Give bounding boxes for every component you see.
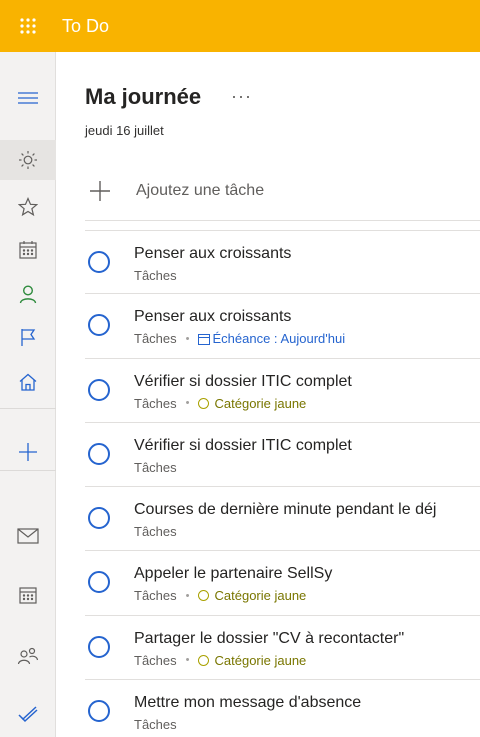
task-meta: Tâches xyxy=(134,524,177,539)
task-item[interactable]: Courses de dernière minute pendant le dé… xyxy=(85,487,480,552)
plus-icon[interactable] xyxy=(85,176,115,206)
task-list-name: Tâches xyxy=(134,524,177,540)
task-meta: Tâches xyxy=(134,460,177,475)
home-icon[interactable] xyxy=(0,362,56,402)
task-meta: Tâches • Échéance : Aujourd'hui xyxy=(134,331,345,346)
category-label: Catégorie jaune xyxy=(214,588,307,604)
due-date-label: Échéance : Aujourd'hui xyxy=(212,331,346,347)
task-title[interactable]: Partager le dossier "CV à recontacter" xyxy=(134,630,404,648)
complete-task-checkbox[interactable] xyxy=(88,507,110,530)
category-label: Catégorie jaune xyxy=(214,652,307,668)
flag-icon[interactable] xyxy=(0,317,56,357)
rail-divider xyxy=(0,470,56,471)
current-date: jeudi 16 juillet xyxy=(85,123,164,138)
category-circle-icon xyxy=(197,590,209,602)
todo-check-icon[interactable] xyxy=(0,694,56,734)
task-item[interactable]: Vérifier si dossier ITIC complet Tâches … xyxy=(85,359,480,423)
category-tag: Catégorie jaune xyxy=(197,652,307,668)
task-item[interactable]: Penser aux croissants Tâches xyxy=(85,230,480,295)
task-list-name: Tâches xyxy=(134,588,177,604)
separator-dot: • xyxy=(185,332,190,345)
people-icon[interactable] xyxy=(0,636,56,676)
divider xyxy=(85,220,480,221)
star-icon[interactable] xyxy=(0,187,56,227)
task-list-name: Tâches xyxy=(134,717,177,733)
task-list-name: Tâches xyxy=(134,268,177,283)
task-list-name: Tâches xyxy=(134,331,177,347)
due-date: Échéance : Aujourd'hui xyxy=(197,331,346,347)
task-meta: Tâches xyxy=(134,268,177,283)
task-title[interactable]: Courses de dernière minute pendant le dé… xyxy=(134,501,436,519)
task-meta: Tâches • Catégorie jaune xyxy=(134,588,306,603)
task-item[interactable]: Penser aux croissants Tâches • Échéance … xyxy=(85,294,480,359)
sun-icon[interactable] xyxy=(0,140,56,180)
task-item[interactable]: Mettre mon message d'absence Tâches xyxy=(85,680,480,737)
add-task-placeholder[interactable]: Ajoutez une tâche xyxy=(136,182,264,200)
calendar-icon xyxy=(197,333,210,345)
complete-task-checkbox[interactable] xyxy=(88,442,110,465)
task-item[interactable]: Partager le dossier "CV à recontacter" T… xyxy=(85,616,480,681)
category-tag: Catégorie jaune xyxy=(197,588,307,604)
add-task-input[interactable]: Ajoutez une tâche xyxy=(85,172,465,210)
task-list-name: Tâches xyxy=(134,652,177,668)
more-options-button[interactable]: ··· xyxy=(231,86,252,107)
hamburger-menu-icon[interactable] xyxy=(0,78,56,118)
category-label: Catégorie jaune xyxy=(214,395,307,411)
complete-task-checkbox[interactable] xyxy=(88,251,110,273)
complete-task-checkbox[interactable] xyxy=(88,571,110,594)
task-title[interactable]: Penser aux croissants xyxy=(134,308,291,326)
task-title[interactable]: Vérifier si dossier ITIC complet xyxy=(134,373,352,391)
person-icon[interactable] xyxy=(0,274,56,314)
page-title: Ma journée xyxy=(85,84,202,109)
task-item[interactable]: Appeler le partenaire SellSy Tâches • Ca… xyxy=(85,551,480,616)
category-circle-icon xyxy=(197,654,209,666)
plus-icon[interactable] xyxy=(0,432,56,472)
category-tag: Catégorie jaune xyxy=(197,395,307,411)
app-title[interactable]: To Do xyxy=(62,16,109,37)
complete-task-checkbox[interactable] xyxy=(88,635,110,658)
task-list: Penser aux croissants Tâches Penser aux … xyxy=(85,230,480,737)
app-launcher-icon[interactable] xyxy=(0,0,56,52)
top-bar: To Do xyxy=(0,0,480,52)
mail-icon[interactable] xyxy=(0,516,56,556)
calendar-app-icon[interactable] xyxy=(0,575,56,615)
rail-divider xyxy=(0,408,56,409)
complete-task-checkbox[interactable] xyxy=(88,700,110,723)
separator-dot: • xyxy=(185,589,190,602)
task-item[interactable]: Vérifier si dossier ITIC complet Tâches xyxy=(85,423,480,488)
task-title[interactable]: Appeler le partenaire SellSy xyxy=(134,565,332,583)
calendar-icon[interactable] xyxy=(0,230,56,270)
task-list-name: Tâches xyxy=(134,395,177,411)
task-meta: Tâches • Catégorie jaune xyxy=(134,653,306,668)
left-rail xyxy=(0,52,56,737)
task-title[interactable]: Mettre mon message d'absence xyxy=(134,694,361,712)
complete-task-checkbox[interactable] xyxy=(88,314,110,337)
separator-dot: • xyxy=(185,654,190,667)
task-title[interactable]: Vérifier si dossier ITIC complet xyxy=(134,437,352,455)
task-meta: Tâches xyxy=(134,717,177,732)
main-panel: Ma journée ··· jeudi 16 juillet Ajoutez … xyxy=(56,52,480,737)
task-meta: Tâches • Catégorie jaune xyxy=(134,396,306,411)
category-circle-icon xyxy=(197,397,209,409)
task-list-name: Tâches xyxy=(134,459,177,475)
separator-dot: • xyxy=(185,397,190,410)
task-title[interactable]: Penser aux croissants xyxy=(134,245,291,263)
complete-task-checkbox[interactable] xyxy=(88,378,110,401)
